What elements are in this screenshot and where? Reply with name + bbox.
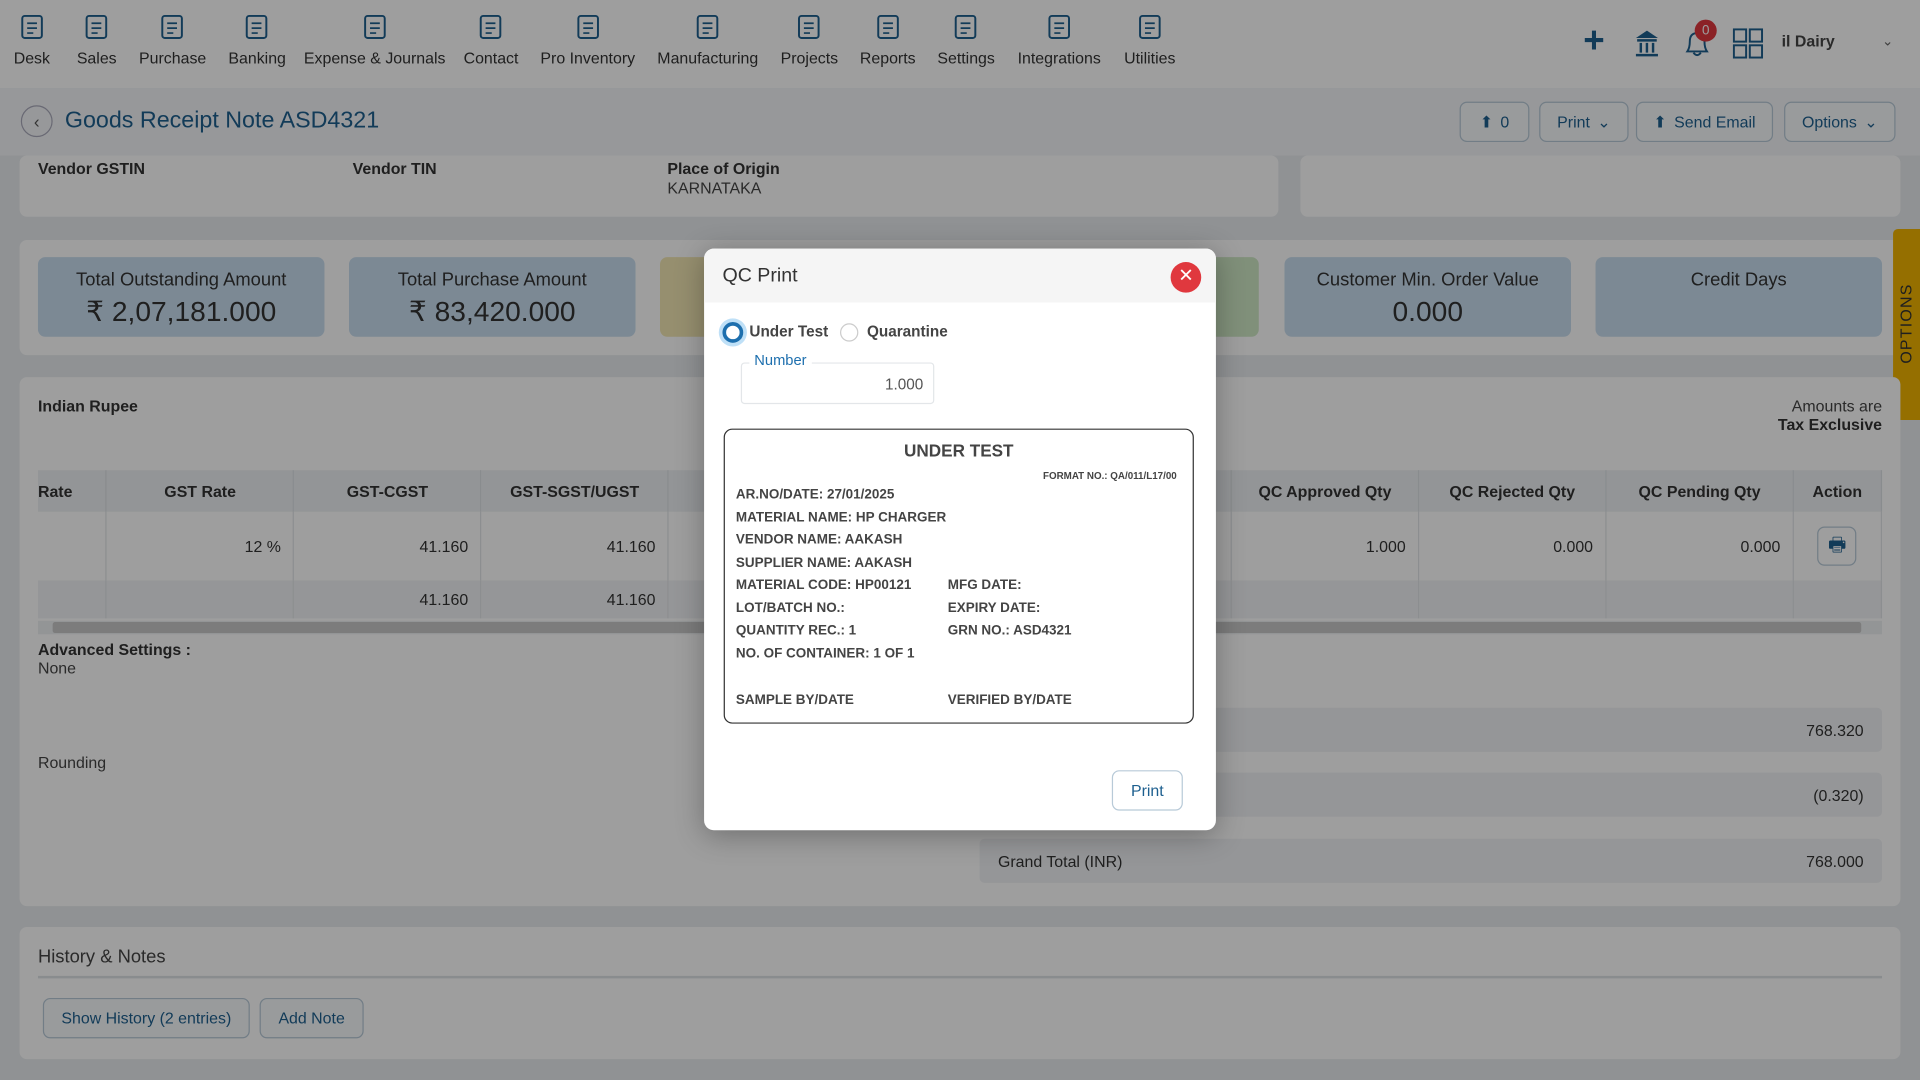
- radio-under-test-label[interactable]: Under Test: [749, 323, 828, 340]
- modal-header: QC Print ✕: [704, 248, 1216, 303]
- modal-title: QC Print: [722, 265, 798, 287]
- qc-print-modal: QC Print ✕ Under Test Quarantine 1.000 N…: [704, 248, 1216, 831]
- number-label: Number: [749, 351, 812, 369]
- radio-under-test[interactable]: [722, 322, 744, 343]
- number-input[interactable]: 1.000: [740, 362, 935, 405]
- close-icon: ✕: [1178, 265, 1194, 287]
- radio-quarantine-label[interactable]: Quarantine: [867, 323, 948, 340]
- close-button[interactable]: ✕: [1170, 262, 1202, 293]
- modal-print-button[interactable]: Print: [1111, 770, 1183, 811]
- qc-label-preview: UNDER TEST FORMAT NO.: QA/011/L17/00 AR.…: [723, 428, 1194, 724]
- radio-quarantine[interactable]: [840, 323, 859, 342]
